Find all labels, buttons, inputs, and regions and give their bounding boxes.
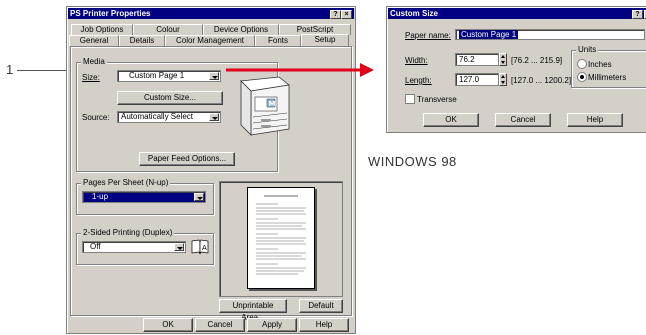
page-preview-sheet [247,187,315,289]
millimeters-radio[interactable] [577,72,587,82]
cancel-button[interactable]: Cancel [195,318,245,332]
dialog-title: Custom Size [390,9,439,18]
length-range: [127.0 ... 1200.2] [511,76,572,85]
width-spinner[interactable] [499,53,507,66]
tab-general[interactable]: General [69,35,119,46]
help-title-button[interactable]: ? [632,10,643,19]
paper-name-label: Paper name: [405,31,451,40]
help-button[interactable]: Help [299,318,349,332]
size-dropdown[interactable]: Custom Page 1 [117,70,221,82]
printer-properties-dialog: PS Printer Properties ? × Job Options Co… [66,6,356,334]
duplex-value: Off [90,242,101,251]
tab-colour[interactable]: Colour [133,24,203,35]
width-input[interactable]: 76.2 [455,53,499,66]
svg-text:M: M [269,100,276,108]
tab-color-management[interactable]: Color Management [165,35,255,46]
chevron-down-icon[interactable] [194,193,204,201]
ok-button[interactable]: OK [143,318,193,332]
tab-details[interactable]: Details [119,35,165,46]
red-arrow [226,62,374,78]
tab-fonts[interactable]: Fonts [255,35,301,46]
chevron-down-icon[interactable] [209,113,219,121]
millimeters-label: Millimeters [588,73,627,82]
os-caption: WINDOWS 98 [368,154,457,169]
tab-device-options[interactable]: Device Options [203,24,279,35]
size-label: Size: [82,73,100,82]
tab-job-options[interactable]: Job Options [71,24,133,35]
callout-number: 1 [6,62,14,77]
title-bar: Custom Size ? × [388,8,646,19]
paper-name-input[interactable]: Custom Page 1 [455,29,645,40]
tab-setup[interactable]: Setup [301,34,349,46]
chevron-down-icon[interactable] [209,72,219,80]
book-icon: A [191,239,209,255]
size-value: Custom Page 1 [129,71,185,80]
paper-name-value: Custom Page 1 [459,30,519,39]
default-button[interactable]: Default [299,299,343,313]
custom-size-dialog: Custom Size ? × Paper name: Custom Page … [386,6,646,133]
dialog-title: PS Printer Properties [70,9,151,18]
transverse-checkbox[interactable] [405,94,415,104]
custom-size-button[interactable]: Custom Size... [117,91,223,105]
transverse-label: Transverse [417,95,457,104]
source-value: Automatically Select [121,112,194,121]
length-label: Length: [405,76,432,85]
title-bar: PS Printer Properties ? × [68,8,354,19]
media-legend: Media [81,57,107,66]
length-spinner[interactable] [499,73,507,86]
unprintable-area-button[interactable]: Unprintable Area... [219,299,287,322]
duplex-legend: 2-Sided Printing (Duplex) [81,228,175,237]
length-input[interactable]: 127.0 [455,73,499,86]
help-title-button[interactable]: ? [330,10,341,19]
inches-radio[interactable] [577,59,587,69]
width-label: Width: [405,56,428,65]
svg-text:A: A [202,244,207,252]
width-range: [76.2 ... 215.9] [511,56,563,65]
chevron-down-icon[interactable] [174,243,184,251]
close-title-button[interactable]: × [341,10,352,19]
nup-value: 1-up [92,192,109,201]
paper-feed-options-button[interactable]: Paper Feed Options... [139,152,235,166]
nup-legend: Pages Per Sheet (N-up) [81,178,171,187]
units-legend: Units [576,45,599,54]
duplex-dropdown[interactable]: Off [82,241,186,253]
cancel-button[interactable]: Cancel [495,113,551,127]
units-group [571,50,646,88]
ok-button[interactable]: OK [423,113,479,127]
source-label: Source: [82,113,110,122]
printer-illustration: M [233,75,293,139]
help-button[interactable]: Help [567,113,623,127]
inches-label: Inches [588,60,612,69]
apply-button[interactable]: Apply [247,318,297,332]
nup-dropdown[interactable]: 1-up [82,191,206,203]
source-dropdown[interactable]: Automatically Select [117,111,221,123]
